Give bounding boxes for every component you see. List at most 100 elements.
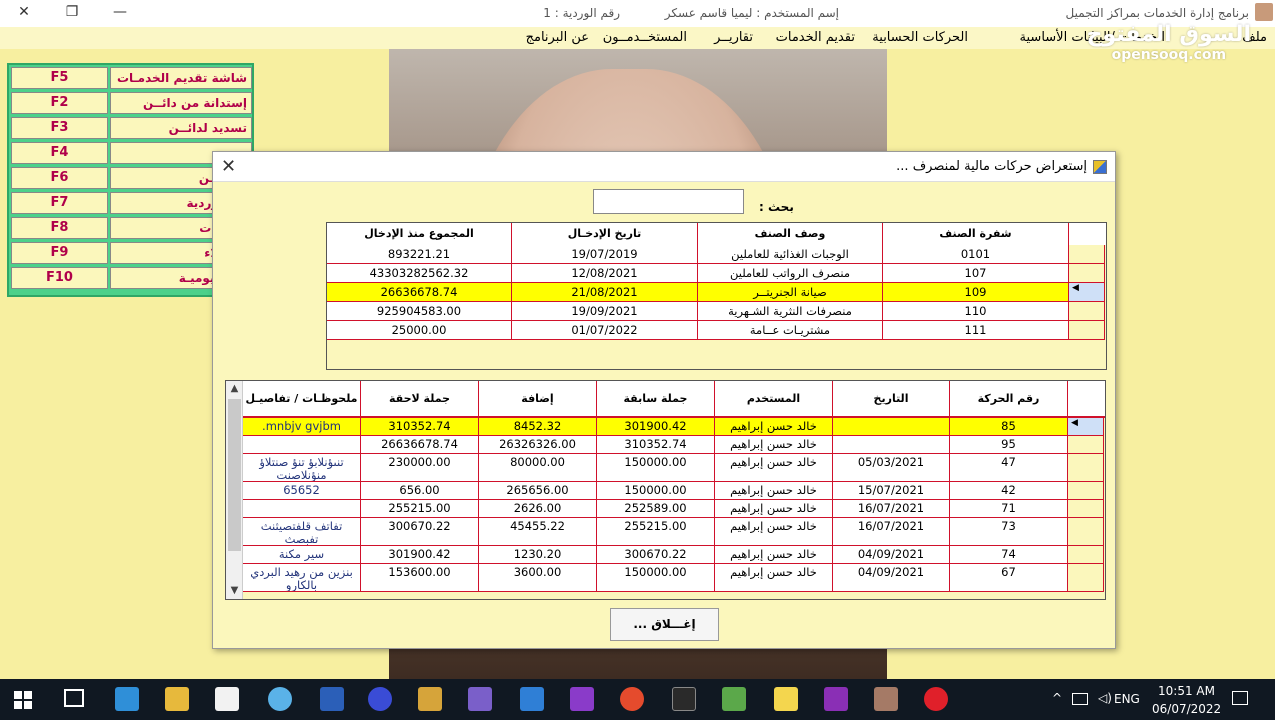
shortcut-label[interactable]: إستدانة من دائــن xyxy=(110,92,252,114)
app-disk-icon[interactable] xyxy=(268,687,292,711)
transactions-grid-cell[interactable]: 04/09/2021 xyxy=(833,546,950,564)
transactions-grid-cell[interactable]: خالد حسن إبراهيم xyxy=(715,436,833,454)
column-header-before-total[interactable]: جملة سابقة xyxy=(597,381,715,418)
transactions-grid-cell[interactable]: 80000.00 xyxy=(479,454,597,482)
minimize-window-icon[interactable]: — xyxy=(106,2,134,22)
transactions-grid-cell[interactable]: mnbjv gvjbm. xyxy=(243,418,361,436)
items-grid-cell[interactable]: 107 xyxy=(883,264,1069,283)
record-icon[interactable] xyxy=(924,687,948,711)
notifications-icon[interactable] xyxy=(1232,691,1248,705)
transactions-grid-cell[interactable]: 42 xyxy=(950,482,1068,500)
column-header-transaction-no[interactable]: رقم الحركة xyxy=(950,381,1068,418)
shortcut-label[interactable]: شاشة تقديم الخدمـات xyxy=(110,67,252,89)
row-selector[interactable] xyxy=(1068,518,1104,546)
column-header-addition[interactable]: إضافة xyxy=(479,381,597,418)
scroll-down-icon[interactable]: ▼ xyxy=(226,583,243,599)
transactions-grid-cell[interactable]: 153600.00 xyxy=(361,564,479,592)
items-grid-cell[interactable]: 925904583.00 xyxy=(327,302,512,321)
transactions-grid-cell[interactable]: 301900.42 xyxy=(361,546,479,564)
row-selector[interactable] xyxy=(1069,321,1105,340)
shortcut-key[interactable]: F7 xyxy=(11,192,108,214)
transactions-grid-cell[interactable]: 656.00 xyxy=(361,482,479,500)
image-editor-icon[interactable] xyxy=(722,687,746,711)
row-selector[interactable] xyxy=(1068,564,1104,592)
shortcut-key[interactable]: F2 xyxy=(11,92,108,114)
transactions-grid-cell[interactable]: 71 xyxy=(950,500,1068,518)
column-header-entry-date[interactable]: تاريخ الإدخـال xyxy=(512,223,698,245)
shortcut-row[interactable]: إستدانة من دائــن F2 xyxy=(11,92,252,114)
transactions-grid-cell[interactable]: خالد حسن إبراهيم xyxy=(715,418,833,436)
transactions-grid-cell[interactable]: 8452.32 xyxy=(479,418,597,436)
transactions-grid-cell[interactable]: 255215.00 xyxy=(361,500,479,518)
row-selector[interactable] xyxy=(1069,245,1105,264)
transactions-grid-cell[interactable]: 310352.74 xyxy=(361,418,479,436)
transactions-grid-cell[interactable]: سير مكنة xyxy=(243,546,361,564)
file-explorer-icon[interactable] xyxy=(165,687,189,711)
column-header-total[interactable]: المجموع منذ الإدخال xyxy=(327,223,512,245)
items-grid-cell[interactable]: منصرفات النثرية الشـهرية xyxy=(698,302,883,321)
shortcut-label[interactable]: تسديد لدائــن xyxy=(110,117,252,139)
transactions-grid-cell[interactable]: خالد حسن إبراهيم xyxy=(715,500,833,518)
column-header-date[interactable]: التاريخ xyxy=(833,381,950,418)
shortcut-key[interactable]: F5 xyxy=(11,67,108,89)
transactions-grid-cell[interactable]: 05/03/2021 xyxy=(833,454,950,482)
battery-icon[interactable] xyxy=(1072,693,1088,705)
transactions-grid-cell[interactable]: خالد حسن إبراهيم xyxy=(715,546,833,564)
transactions-grid-cell[interactable]: 1230.20 xyxy=(479,546,597,564)
shortcut-key[interactable]: F8 xyxy=(11,217,108,239)
transactions-grid-cell[interactable]: 85 xyxy=(950,418,1068,436)
restore-window-icon[interactable]: ❐ xyxy=(58,2,86,22)
shortcut-row[interactable]: تسديد لدائــن F3 xyxy=(11,117,252,139)
close-window-icon[interactable]: ✕ xyxy=(10,2,38,22)
search-input[interactable] xyxy=(593,189,744,214)
scroll-up-icon[interactable]: ▲ xyxy=(226,381,243,397)
shortcut-key[interactable]: F6 xyxy=(11,167,108,189)
language-indicator[interactable]: ENG xyxy=(1114,692,1140,706)
menu-services[interactable]: تقديم الخدمات xyxy=(776,30,855,45)
items-grid-cell[interactable]: 19/09/2021 xyxy=(512,302,698,321)
transactions-grid-cell[interactable]: 16/07/2021 xyxy=(833,500,950,518)
transactions-grid-cell[interactable]: 15/07/2021 xyxy=(833,482,950,500)
row-selector[interactable] xyxy=(1068,500,1104,518)
transactions-grid-cell[interactable]: 65652 xyxy=(243,482,361,500)
column-header-description[interactable]: وصف الصنف xyxy=(698,223,883,245)
transactions-grid-cell[interactable]: تنىؤنلابؤ تنؤ صنتلاؤ منؤنلاصنت xyxy=(243,454,361,482)
vertical-scrollbar[interactable]: ▲ ▼ xyxy=(226,381,243,599)
dashlane-icon[interactable] xyxy=(368,687,392,711)
items-grid-cell[interactable]: 893221.21 xyxy=(327,245,512,264)
clock-date[interactable]: 06/07/2022 xyxy=(1152,702,1221,716)
terminal-icon[interactable] xyxy=(672,687,696,711)
transactions-grid-cell[interactable]: 73 xyxy=(950,518,1068,546)
transactions-grid-cell[interactable]: 16/07/2021 xyxy=(833,518,950,546)
items-grid-cell[interactable]: الوجبات الغذائية للعاملين xyxy=(698,245,883,264)
items-grid-cell[interactable]: 109 xyxy=(883,283,1069,302)
close-button[interactable]: إغـــلاق ... xyxy=(610,608,719,641)
store-icon[interactable] xyxy=(520,687,544,711)
menu-reports[interactable]: تقاريــر xyxy=(714,30,753,45)
shortcut-key[interactable]: F3 xyxy=(11,117,108,139)
items-grid-cell[interactable]: 26636678.74 xyxy=(327,283,512,302)
transactions-grid-cell[interactable]: 3600.00 xyxy=(479,564,597,592)
transactions-grid-cell[interactable]: 265656.00 xyxy=(479,482,597,500)
transactions-grid-cell[interactable]: خالد حسن إبراهيم xyxy=(715,564,833,592)
row-selector[interactable] xyxy=(1068,546,1104,564)
items-grid-cell[interactable]: 12/08/2021 xyxy=(512,264,698,283)
row-selector[interactable] xyxy=(1069,302,1105,321)
items-grid-cell[interactable]: صيانة الجنريتــر xyxy=(698,283,883,302)
transactions-grid-cell[interactable]: تفاتف قلفتصيثنث تفبصث xyxy=(243,518,361,546)
column-header-code[interactable]: شفرة الصنف xyxy=(883,223,1069,245)
column-header-after-total[interactable]: جملة لاحقة xyxy=(361,381,479,418)
transactions-grid-cell[interactable]: خالد حسن إبراهيم xyxy=(715,518,833,546)
transactions-grid-cell[interactable]: 74 xyxy=(950,546,1068,564)
shortcut-key[interactable]: F10 xyxy=(11,267,108,289)
items-grid-cell[interactable]: 21/08/2021 xyxy=(512,283,698,302)
windows-start-icon[interactable] xyxy=(14,691,32,709)
row-selector[interactable] xyxy=(1068,482,1104,500)
visual-studio-code-icon[interactable] xyxy=(468,687,492,711)
menu-about[interactable]: عن البرنامج xyxy=(526,30,589,45)
column-header-user[interactable]: المستخدم xyxy=(715,381,833,418)
row-selector[interactable] xyxy=(1068,454,1104,482)
transactions-grid-cell[interactable]: 150000.00 xyxy=(597,564,715,592)
transactions-grid-cell[interactable] xyxy=(833,436,950,454)
shortcut-key[interactable]: F4 xyxy=(11,142,108,164)
